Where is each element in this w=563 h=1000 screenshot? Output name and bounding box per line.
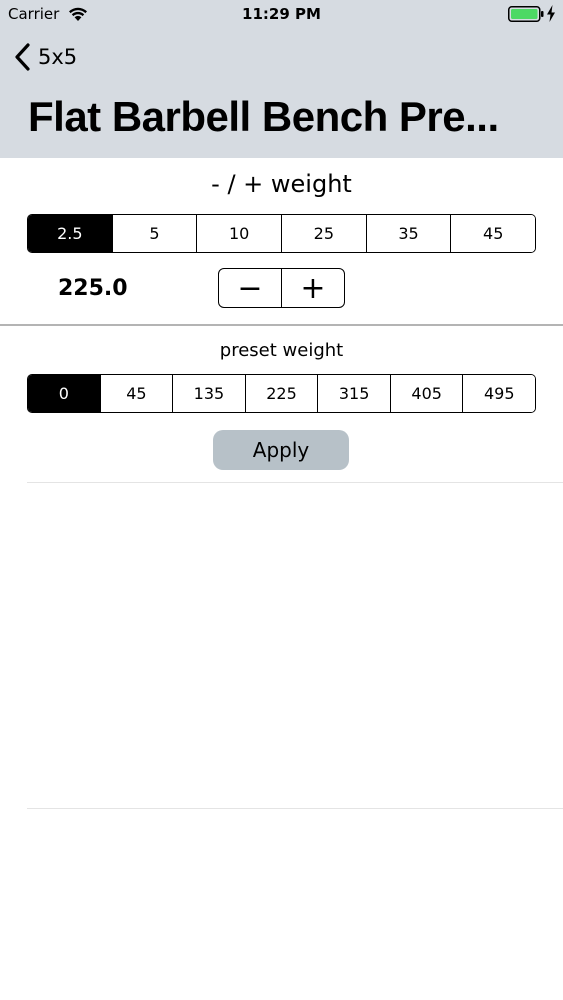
current-weight-value: 225.0 — [58, 276, 128, 301]
segment-preset-495[interactable]: 495 — [462, 375, 535, 412]
segment-step-25[interactable]: 25 — [281, 215, 366, 252]
weight-step-segmented-control: 2.5 5 10 25 35 45 — [27, 214, 536, 253]
navigation-header: Carrier 11:29 PM 5x5 Flat Barbell Bench … — [0, 0, 563, 158]
segment-preset-135[interactable]: 135 — [172, 375, 245, 412]
segment-step-45[interactable]: 45 — [450, 215, 535, 252]
preset-weight-title: preset weight — [219, 340, 344, 361]
segment-preset-0[interactable]: 0 — [28, 375, 100, 412]
section-divider — [0, 324, 563, 326]
chevron-left-icon — [15, 43, 30, 71]
segment-step-10[interactable]: 10 — [196, 215, 282, 252]
segment-step-35[interactable]: 35 — [365, 215, 451, 252]
decrement-button[interactable]: − — [219, 269, 281, 307]
battery-icon — [508, 6, 544, 22]
row-separator — [27, 808, 563, 809]
segment-preset-225[interactable]: 225 — [244, 375, 318, 412]
weight-stepper: − + — [218, 268, 345, 308]
apply-button[interactable]: Apply — [213, 430, 349, 470]
increment-button[interactable]: + — [281, 269, 344, 307]
status-bar: Carrier 11:29 PM — [0, 0, 563, 30]
page-title: Flat Barbell Bench Pre... — [28, 93, 499, 140]
segment-preset-405[interactable]: 405 — [389, 375, 463, 412]
segment-step-2-5[interactable]: 2.5 — [28, 215, 112, 252]
row-separator — [27, 482, 563, 483]
status-time: 11:29 PM — [242, 5, 321, 23]
back-button[interactable]: 5x5 — [12, 40, 77, 74]
back-label: 5x5 — [38, 45, 78, 69]
segment-step-5[interactable]: 5 — [111, 215, 197, 252]
preset-weight-segmented-control: 0 45 135 225 315 405 495 — [27, 374, 536, 413]
charging-bolt-icon — [547, 5, 555, 22]
segment-preset-45[interactable]: 45 — [99, 375, 173, 412]
weight-step-title: - / + weight — [211, 170, 352, 198]
segment-preset-315[interactable]: 315 — [317, 375, 390, 412]
